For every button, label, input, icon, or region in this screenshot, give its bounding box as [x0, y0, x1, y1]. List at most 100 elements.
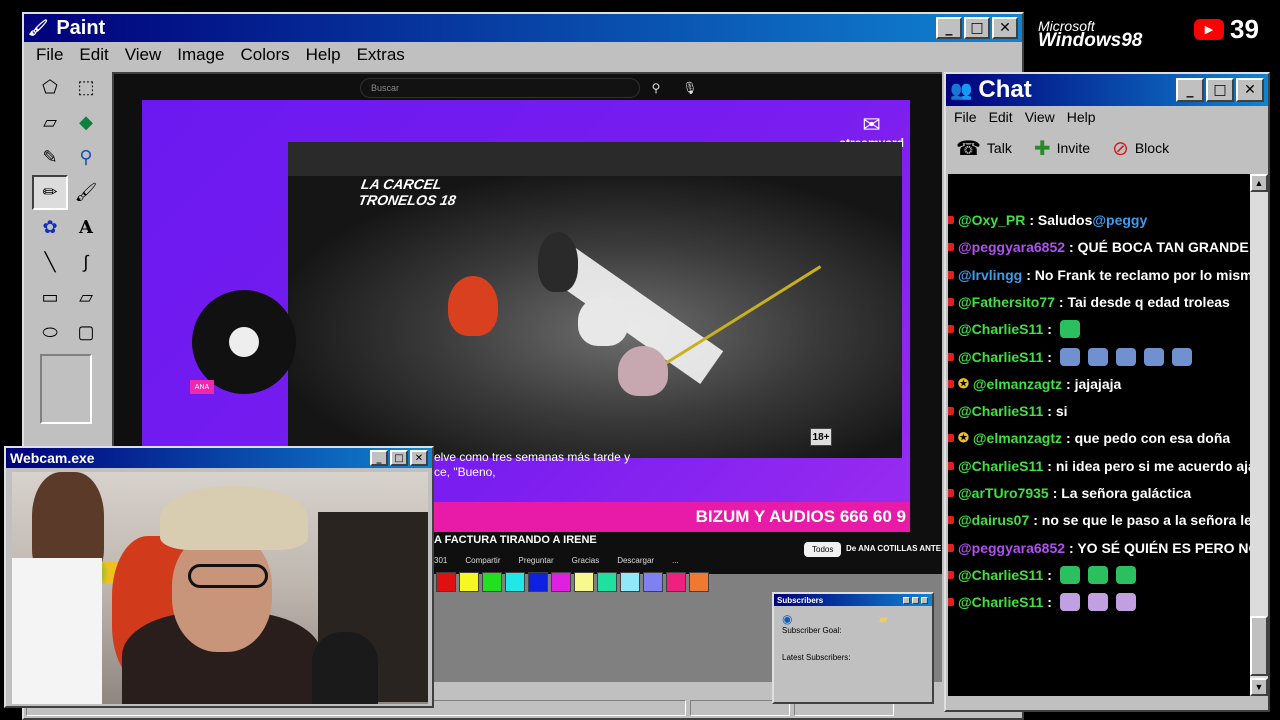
palette-swatch[interactable]: [597, 572, 617, 592]
download-button[interactable]: Descargar: [617, 556, 654, 565]
maximize-button[interactable]: □: [390, 450, 408, 466]
emote-icon: [1143, 347, 1164, 366]
ellipse-icon[interactable]: ⬭: [32, 315, 68, 350]
youtube-icon: [948, 352, 954, 361]
airbrush-icon[interactable]: ✿: [32, 210, 68, 245]
palette-swatch[interactable]: [689, 572, 709, 592]
more-button[interactable]: ...: [672, 556, 679, 565]
youtube-search-input[interactable]: Buscar: [360, 78, 640, 98]
maximize-button[interactable]: □: [1206, 78, 1234, 102]
chat-text: :: [1047, 348, 1052, 365]
minimize-button[interactable]: _: [1176, 78, 1204, 102]
palette-swatch[interactable]: [482, 572, 502, 592]
member-badge-icon: ✪: [958, 375, 969, 391]
chat-username[interactable]: @Oxy_PR: [958, 212, 1025, 228]
minimize-button[interactable]: _: [370, 450, 388, 466]
palette-swatch[interactable]: [505, 572, 525, 592]
youtube-icon: [948, 379, 954, 388]
menu-view[interactable]: View: [1019, 109, 1061, 125]
close-button[interactable]: [921, 596, 928, 604]
maximize-button[interactable]: □: [964, 17, 990, 39]
pencil-icon[interactable]: ✏: [32, 175, 68, 210]
talk-button[interactable]: ☎ Talk: [956, 136, 1012, 161]
menu-help[interactable]: Help: [298, 45, 349, 65]
close-button[interactable]: ✕: [410, 450, 428, 466]
chat-username[interactable]: @Irvlingg: [958, 267, 1022, 283]
text-icon[interactable]: A: [68, 210, 104, 245]
menu-file[interactable]: File: [28, 45, 71, 65]
microphone-icon[interactable]: 🎙: [680, 78, 700, 98]
magnifier-icon[interactable]: ⚲: [68, 140, 104, 175]
scroll-thumb[interactable]: [1250, 616, 1268, 676]
chat-username[interactable]: @peggyara6852: [958, 239, 1065, 255]
chat-mention[interactable]: @peggy: [1092, 212, 1147, 228]
palette-swatch[interactable]: [574, 572, 594, 592]
chat-username[interactable]: @Fathersito77: [958, 294, 1055, 310]
emote-icon: [1059, 347, 1080, 366]
menu-file[interactable]: File: [948, 109, 983, 125]
palette-swatch[interactable]: [620, 572, 640, 592]
scroll-up-button[interactable]: ▲: [1250, 174, 1268, 192]
chat-messages[interactable]: @Oxy_PR: Saludos @peggy @peggyara6852: QU…: [948, 174, 1250, 696]
share-button[interactable]: Compartir: [465, 556, 500, 565]
ask-button[interactable]: Preguntar: [518, 556, 553, 565]
fill-icon[interactable]: ◆: [68, 105, 104, 140]
filter-chip-all[interactable]: Todos: [804, 542, 842, 557]
free-select-icon[interactable]: ⬠: [32, 70, 68, 105]
curve-icon[interactable]: ∫: [68, 245, 104, 280]
chat-username[interactable]: @CharlieS11: [958, 458, 1043, 474]
maximize-button[interactable]: [912, 596, 919, 604]
rectangle-icon[interactable]: ▭: [32, 280, 68, 315]
tool-options-box[interactable]: [40, 354, 92, 424]
menu-edit[interactable]: Edit: [983, 109, 1019, 125]
palette-swatch[interactable]: [436, 572, 456, 592]
like-button[interactable]: 301: [434, 556, 447, 565]
chat-username[interactable]: @CharlieS11: [958, 349, 1043, 365]
rounded-rect-icon[interactable]: ▢: [68, 315, 104, 350]
close-button[interactable]: ✕: [1236, 78, 1264, 102]
thanks-button[interactable]: Gracias: [572, 556, 600, 565]
search-icon[interactable]: ⚲: [644, 78, 668, 98]
menu-image[interactable]: Image: [169, 45, 232, 65]
invite-button[interactable]: ✚ Invite: [1034, 136, 1090, 161]
subtitle-text: elve como tres semanas más tarde y ce, "…: [434, 450, 631, 479]
minimize-button[interactable]: _: [936, 17, 962, 39]
minimize-button[interactable]: [903, 596, 910, 604]
chat-username[interactable]: @CharlieS11: [958, 567, 1043, 583]
menu-colors[interactable]: Colors: [233, 45, 298, 65]
palette-swatch[interactable]: [528, 572, 548, 592]
chat-username[interactable]: @CharlieS11: [958, 403, 1043, 419]
brush-icon[interactable]: 🖌: [68, 175, 104, 210]
block-button[interactable]: ⊘ Block: [1112, 136, 1169, 161]
menu-help[interactable]: Help: [1061, 109, 1102, 125]
toolbox: ⬠ ⬚ ▱ ◆ ✎ ⚲ ✏ 🖌 ✿ A ╲ ∫ ▭ ▱ ⬭ ▢: [32, 70, 108, 350]
polygon-icon[interactable]: ▱: [68, 280, 104, 315]
inner-video[interactable]: LA CARCEL TRONELOS 18 18+: [288, 142, 902, 458]
avatar: [229, 327, 259, 357]
chat-scrollbar[interactable]: ▲ ▼: [1250, 174, 1268, 696]
chat-username[interactable]: @peggyara6852: [958, 540, 1065, 556]
rect-select-icon[interactable]: ⬚: [68, 70, 104, 105]
line-icon[interactable]: ╲: [32, 245, 68, 280]
palette-swatch[interactable]: [459, 572, 479, 592]
chat-username[interactable]: @CharlieS11: [958, 594, 1043, 610]
palette-swatch[interactable]: [643, 572, 663, 592]
chat-username[interactable]: @dairus07: [958, 512, 1029, 528]
menu-extras[interactable]: Extras: [349, 45, 413, 65]
eraser-icon[interactable]: ▱: [32, 105, 68, 140]
subscribers-titlebar: Subscribers: [774, 594, 932, 606]
close-button[interactable]: ✕: [992, 17, 1018, 39]
chat-username[interactable]: @arTUro7935: [958, 485, 1049, 501]
scroll-down-button[interactable]: ▼: [1250, 678, 1268, 696]
chat-username[interactable]: @CharlieS11: [958, 321, 1043, 337]
filter-chip-channel[interactable]: De ANA COTILLAS ANTE TOD: [846, 544, 942, 553]
chat-username[interactable]: @elmanzagtz: [973, 430, 1062, 446]
palette-swatch[interactable]: [551, 572, 571, 592]
color-picker-icon[interactable]: ✎: [32, 140, 68, 175]
chat-username[interactable]: @elmanzagtz: [973, 376, 1062, 392]
palette-swatch[interactable]: [666, 572, 686, 592]
chat-text: :: [1047, 594, 1052, 611]
menu-edit[interactable]: Edit: [71, 45, 116, 65]
menu-view[interactable]: View: [117, 45, 170, 65]
guest-avatar: [192, 290, 296, 394]
